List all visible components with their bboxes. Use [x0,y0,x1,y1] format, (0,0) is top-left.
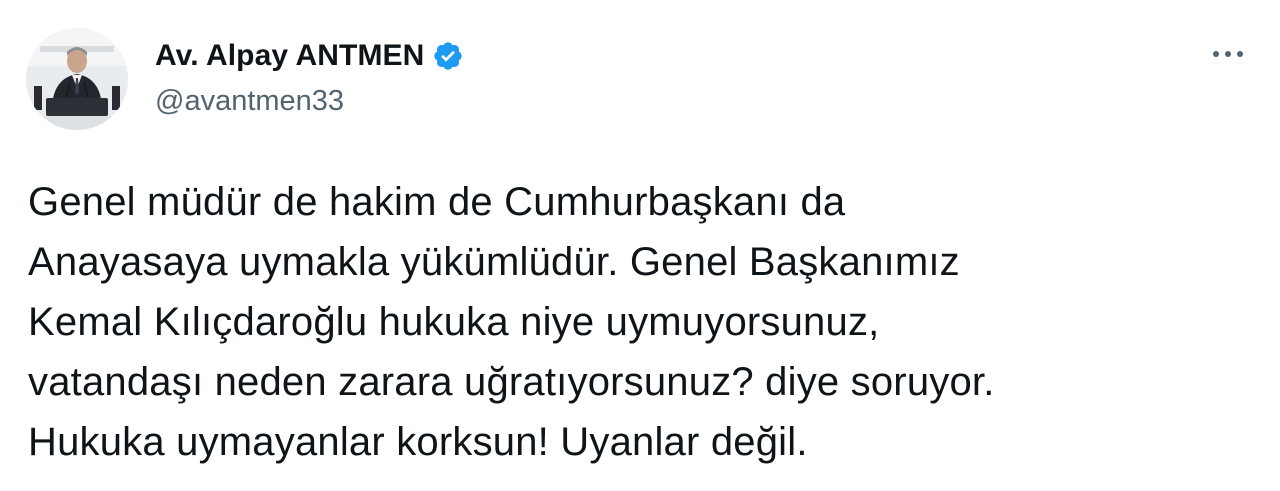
avatar-photo [26,28,128,130]
author-block: Av. Alpay ANTMEN @avantmen33 [155,36,464,120]
tweet-text-line: Genel müdür de hakim de Cumhurbaşkanı da [28,180,846,224]
author-display-name[interactable]: Av. Alpay ANTMEN [155,36,424,76]
more-options-icon [1213,51,1243,57]
author-handle[interactable]: @avantmen33 [155,82,464,120]
more-options-button[interactable] [1208,36,1248,72]
name-row: Av. Alpay ANTMEN [155,36,464,76]
verified-badge-icon [432,40,464,72]
author-avatar[interactable] [26,28,128,130]
tweet-text-line: Anayasaya uymakla yükümlüdür. Genel Başk… [28,240,960,284]
tweet-card: Av. Alpay ANTMEN @avantmen33 Genel müdür… [0,0,1280,491]
tweet-text: Genel müdür de hakim de Cumhurbaşkanı da… [28,172,1258,472]
tweet-text-line: Hukuka uymayanlar korksun! Uyanlar değil… [28,420,808,464]
tweet-text-line: vatandaşı neden zarara uğratıyorsunuz? d… [28,360,995,404]
tweet-text-line: Kemal Kılıçdaroğlu hukuka niye uymuyorsu… [28,300,880,344]
